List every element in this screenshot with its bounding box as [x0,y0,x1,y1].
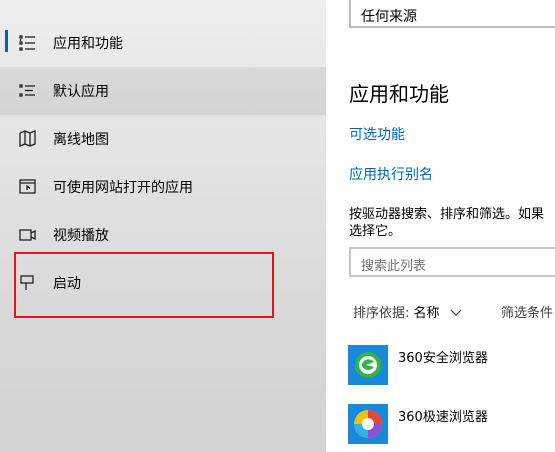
video-playback-icon [18,225,38,245]
red-annotation-box [14,252,274,318]
sidebar-item-apps-for-websites[interactable]: 可使用网站打开的应用 [0,163,326,211]
page-title: 应用和功能 [349,82,449,106]
filter-dropdown[interactable]: 筛选条件 [501,302,553,321]
default-apps-icon [18,81,38,101]
app-source-select[interactable]: 任何来源 [349,0,555,28]
search-input[interactable]: 搜索此列表 [349,247,555,277]
offline-maps-icon [18,129,38,149]
apps-for-websites-icon [18,177,38,197]
list-item[interactable]: 360安全浏览器 [348,345,555,387]
app-name: 360安全浏览器 [398,351,488,366]
sort-value: 名称 [413,306,440,321]
chevron-down-icon [450,306,462,321]
sidebar-item-label: 视频播放 [53,228,109,244]
optional-features-link[interactable]: 可选功能 [349,124,405,144]
sidebar-item-label: 默认应用 [53,84,109,100]
sidebar-item-label: 应用和功能 [53,36,123,52]
list-item[interactable]: 360极速浏览器 [348,404,555,446]
sidebar-item-offline-maps[interactable]: 离线地图 [0,115,326,163]
sidebar-item-label: 可使用网站打开的应用 [53,180,193,196]
search-description: 按驱动器搜索、排序和筛选。如果 选择它。 [349,206,555,240]
360-speed-browser-icon [348,404,388,444]
app-execution-aliases-link[interactable]: 应用执行别名 [349,164,433,184]
sort-dropdown[interactable]: 排序依据: 名称 [353,302,462,321]
sort-label: 排序依据: [353,306,410,321]
app-name: 360极速浏览器 [398,410,488,425]
sidebar-item-default-apps[interactable]: 默认应用 [0,67,326,115]
description-line: 选择它。 [349,224,402,239]
main-content: 任何来源 应用和功能 可选功能 应用执行别名 按驱动器搜索、排序和筛选。如果 选… [326,0,555,452]
sidebar-item-label: 离线地图 [53,132,109,148]
description-line: 按驱动器搜索、排序和筛选。如果 [349,207,545,222]
apps-features-icon [18,33,38,53]
settings-sidebar: 应用和功能 默认应用 离线地图 可使用网站打开的应用 视频播放 启动 [0,0,326,452]
sidebar-item-apps-features[interactable]: 应用和功能 [0,19,326,67]
360-safe-browser-icon [348,345,388,385]
